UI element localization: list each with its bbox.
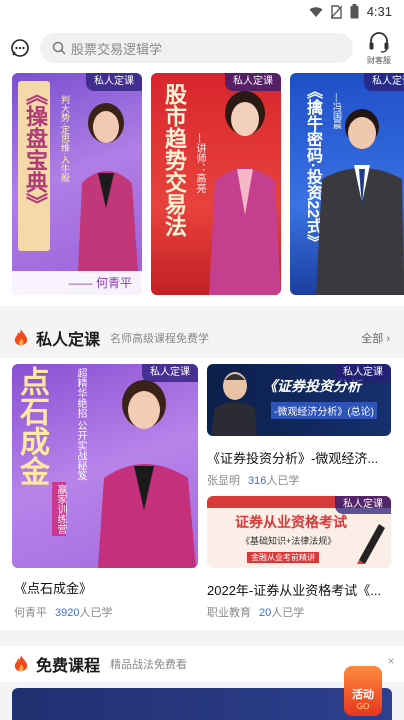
promo-close-button[interactable]: × [384, 654, 398, 668]
teacher-portrait [316, 109, 404, 295]
banner-card-cao-pan-bao-dian[interactable]: 《操盘宝典》 判大势·定思维·入牛股 —— 何青平 私人定课 [12, 73, 142, 295]
header: 股票交易逻辑学 财客服 [0, 26, 404, 70]
course-card-securities-exam[interactable]: 证券从业资格考试 《基础知识+法律法规》 金融从业考前精讲 私人定课 2022年… [207, 496, 391, 622]
clock-time: 4:31 [366, 4, 392, 19]
course-list: 点石成金 赢家训练营 超精华绝招 公开实战秘笈 私人定课 《点石成金》 何青平 … [0, 358, 404, 630]
banner-title: 股市趋势交易法 [162, 83, 187, 237]
teacher-name: 何青平 [14, 607, 47, 619]
course-meta: 张显明 316人已学 [207, 472, 299, 488]
course-cover: 《证券投资分析 -微观经济分析》(总论) 私人定课 [207, 364, 391, 436]
course-card-securities-analysis[interactable]: 《证券投资分析 -微观经济分析》(总论) 私人定课 《证券投资分析》-微观经济.… [207, 364, 391, 490]
teacher-portrait [98, 380, 196, 568]
badge-private-course: 私人定课 [225, 73, 281, 91]
course-meta: 职业教育 20人已学 [207, 604, 304, 620]
course-title: 2022年-证券从业资格考试《... [207, 583, 382, 598]
section-subtitle: 名师高级课程免费学 [110, 333, 210, 345]
status-icons: 4:31 [309, 4, 392, 19]
course-cover: 证券从业资格考试 《基础知识+法律法规》 金融从业考前精讲 私人定课 [207, 496, 391, 568]
banner-teacher: —— 何青平 [12, 271, 142, 295]
teacher-name: 张显明 [207, 475, 240, 487]
battery-icon [350, 4, 359, 19]
search-bar[interactable]: 股票交易逻辑学 [40, 33, 353, 63]
course-title: 《点石成金》 [14, 581, 93, 596]
promo-label: 活动 [352, 689, 374, 701]
status-bar: 4:31 [0, 0, 404, 26]
search-icon [52, 41, 66, 55]
banner-carousel: 《操盘宝典》 判大势·定思维·入牛股 —— 何青平 私人定课 股市趋势交易法 —… [0, 70, 404, 306]
cover-side-text: 金融从业考前精讲 [247, 552, 319, 563]
view-all-link[interactable]: 全部 › [361, 330, 390, 346]
learner-suffix: 人已学 [79, 607, 113, 619]
cover-side-text: 超精华绝招 公开实战秘笈 [75, 368, 86, 481]
cover-subtitle: 《基础知识+法律法规》 [241, 536, 337, 546]
fire-icon [14, 329, 28, 346]
no-sim-icon [330, 4, 342, 19]
banner-title: 《操盘宝典》 [23, 83, 48, 215]
badge-private-course: 私人定课 [335, 496, 391, 514]
teacher-portrait [211, 372, 257, 436]
course-card-dian-shi-cheng-jin[interactable]: 点石成金 赢家训练营 超精华绝招 公开实战秘笈 私人定课 《点石成金》 何青平 … [12, 364, 198, 622]
learner-suffix: 人已学 [266, 475, 300, 487]
learner-count: 316 [248, 475, 267, 487]
headset-icon [369, 32, 389, 53]
cover-title: 证券从业资格考试 [235, 514, 347, 530]
banner-card-trend-trading[interactable]: 股市趋势交易法 —讲师：高亮 私人定课 [151, 73, 281, 295]
fire-icon [14, 655, 28, 672]
badge-private-course: 私人定课 [335, 364, 391, 382]
search-placeholder: 股票交易逻辑学 [71, 41, 163, 57]
promo-sub: GO [356, 702, 370, 711]
badge-private-course: 私人定课 [364, 73, 404, 91]
message-icon[interactable] [10, 38, 30, 58]
service-label: 财客服 [367, 56, 391, 65]
course-meta: 何青平 3920人已学 [14, 604, 112, 620]
pen-icon [357, 524, 385, 564]
section-subtitle: 精品战法免费看 [110, 659, 188, 671]
cover-title: 点石成金 [15, 366, 48, 486]
section-title: 免费课程 [36, 658, 101, 675]
course-title: 《证券投资分析》-微观经济... [207, 451, 379, 466]
teacher-portrait [78, 103, 138, 273]
learner-count: 3920 [55, 607, 80, 619]
teacher-portrait [209, 91, 281, 295]
activity-promo-button[interactable]: 活动 GO [340, 660, 386, 718]
free-course-banner[interactable] [12, 688, 392, 720]
cover-subtitle: -微观经济分析》(总论) [271, 402, 377, 419]
cover-subtitle: 赢家训练营 [52, 482, 66, 536]
customer-service-button[interactable]: 财客服 [362, 30, 396, 68]
section-title: 私人定课 [36, 332, 101, 349]
teacher-name: 职业教育 [207, 607, 251, 619]
badge-private-course: 私人定课 [86, 73, 142, 91]
course-cover: 点石成金 赢家训练营 超精华绝招 公开实战秘笈 私人定课 [12, 364, 198, 568]
wifi-icon [309, 6, 323, 17]
learner-suffix: 人已学 [271, 607, 305, 619]
badge-private-course: 私人定课 [142, 364, 198, 382]
banner-card-qin-niu-mi-ma[interactable]: 《擒牛密码·投资22式》 —冯国晨 私人定课 [290, 73, 404, 295]
learner-count: 20 [259, 607, 272, 619]
private-course-header: 私人定课 名师高级课程免费学 全部 › [0, 320, 404, 356]
